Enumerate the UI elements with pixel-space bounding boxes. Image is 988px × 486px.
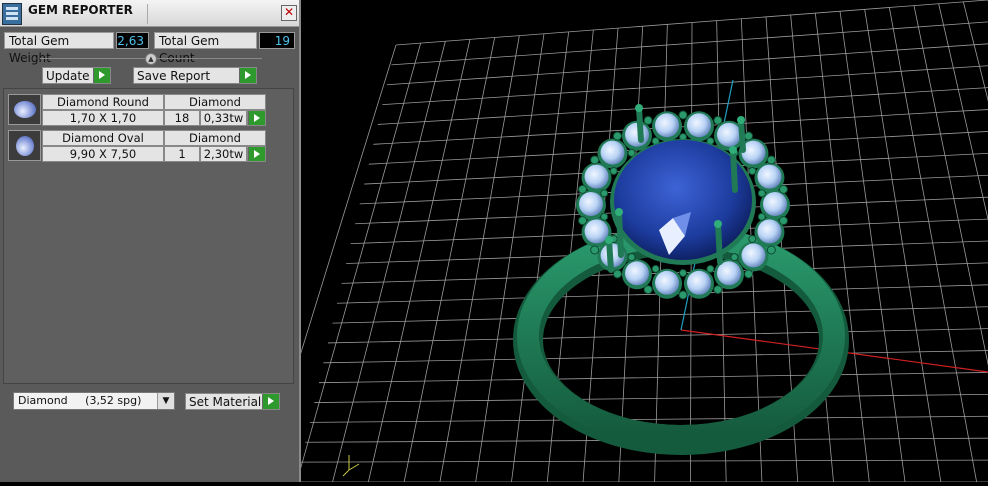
title-separator: [147, 4, 148, 24]
total-gem-weight-value: 2,63: [116, 32, 149, 49]
gem-material: Diamond: [164, 130, 266, 146]
play-arrow-icon: [248, 147, 265, 161]
gem-row-go-button[interactable]: [247, 110, 266, 126]
material-select-value: Diamond (3,52 spg): [18, 394, 142, 407]
play-arrow-icon: [248, 111, 265, 125]
gem-name: Diamond Round: [42, 94, 164, 110]
close-icon[interactable]: ✕: [281, 5, 297, 21]
play-arrow-icon: [93, 68, 110, 83]
gem-name: Diamond Oval: [42, 130, 164, 146]
collapse-up-icon[interactable]: ▲: [145, 53, 157, 65]
round-gem-icon: [8, 94, 41, 125]
gem-count: 18: [164, 110, 200, 126]
title-bar[interactable]: GEM REPORTER ✕: [0, 0, 299, 27]
gem-weight: 2,30tw: [200, 146, 247, 162]
gem-size: 1,70 X 1,70: [42, 110, 164, 126]
ring-scene: [260, 0, 988, 483]
axis-gizmo-icon: [342, 455, 360, 477]
gem-list-item[interactable]: Diamond Round Diamond 1,70 X 1,70 18 0,3…: [5, 93, 266, 126]
gem-count: 1: [164, 146, 200, 162]
set-material-button[interactable]: Set Material: [185, 393, 280, 410]
material-select[interactable]: Diamond (3,52 spg) ▼: [13, 392, 175, 410]
window-title: GEM REPORTER: [28, 3, 133, 17]
gem-reporter-icon: [2, 3, 22, 25]
play-arrow-icon: [262, 394, 279, 409]
save-report-button[interactable]: Save Report: [133, 67, 257, 84]
save-report-button-label: Save Report: [137, 69, 211, 83]
set-material-button-label: Set Material: [189, 395, 262, 409]
gem-list-item[interactable]: Diamond Oval Diamond 9,90 X 7,50 1 2,30t…: [5, 129, 266, 162]
play-arrow-icon: [239, 68, 256, 83]
total-gem-count-value: 19: [259, 32, 295, 49]
gem-material: Diamond: [164, 94, 266, 110]
gem-reporter-panel: GEM REPORTER ✕ Total Gem Weight 2,63 Tot…: [0, 0, 301, 482]
gem-size: 9,90 X 7,50: [42, 146, 164, 162]
oval-gem-icon: [8, 130, 41, 161]
gem-weight: 0,33tw: [200, 110, 247, 126]
update-button[interactable]: Update: [42, 67, 111, 84]
3d-viewport[interactable]: [260, 0, 988, 483]
update-button-label: Update: [46, 69, 90, 83]
gem-row-go-button[interactable]: [247, 146, 266, 162]
total-gem-weight-label: Total Gem Weight: [4, 32, 114, 65]
chevron-down-icon[interactable]: ▼: [157, 393, 174, 409]
total-gem-count-label: Total Gem Count: [154, 32, 257, 65]
